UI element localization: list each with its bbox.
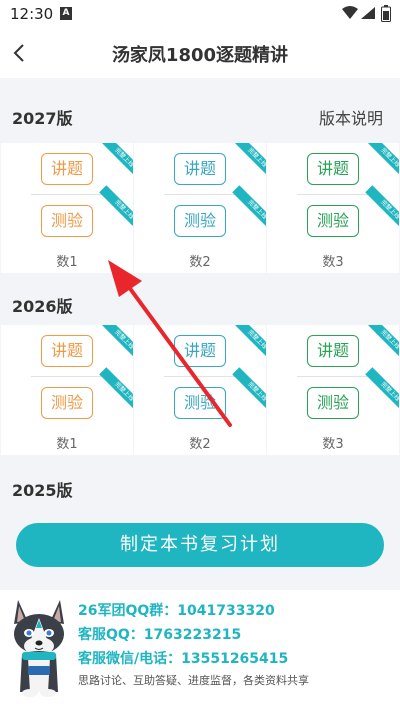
status-bar: 12:30 A (0, 0, 400, 28)
section-header-2026: 2026版 (0, 273, 400, 325)
lecture-button[interactable]: 讲题 (307, 153, 359, 185)
battery-icon (381, 5, 391, 22)
status-time: 12:30 (10, 5, 54, 23)
subject-card-3: 讲题 完整上线 测验 完整上线 数3 (267, 325, 399, 455)
test-button[interactable]: 测验 (307, 205, 359, 237)
app-screen: 12:30 A 汤家凤1800逐题精讲 2027版 版本说明 讲题 完整上线 测… (0, 0, 400, 710)
lecture-button[interactable]: 讲题 (41, 153, 93, 185)
divider (297, 194, 369, 195)
service-qq-text[interactable]: 客服QQ：1763223215 (78, 624, 241, 644)
test-button[interactable]: 测验 (41, 387, 93, 419)
plan-area: 制定本书复习计划 (0, 505, 400, 590)
divider (31, 194, 103, 195)
subject-label: 数1 (56, 255, 78, 270)
contact-panel: 26军团QQ群：1041733320 客服QQ：1763223215 客服微信/… (0, 590, 400, 710)
subject-label: 数2 (189, 255, 211, 270)
divider (297, 376, 369, 377)
test-button[interactable]: 测验 (174, 387, 226, 419)
lecture-button[interactable]: 讲题 (174, 153, 226, 185)
subject-card-1: 讲题 完整上线 测验 完整上线 数1 (1, 325, 133, 455)
subject-label: 数1 (56, 437, 78, 452)
signal-icon (361, 7, 375, 19)
lecture-button[interactable]: 讲题 (41, 335, 93, 367)
subject-label: 数3 (322, 255, 344, 270)
complete-badge: 完整上线 (365, 367, 399, 417)
complete-badge: 完整上线 (99, 143, 133, 183)
lecture-button[interactable]: 讲题 (174, 335, 226, 367)
nav-bar: 汤家凤1800逐题精讲 (0, 28, 400, 78)
subject-card-2: 讲题 完整上线 测验 完整上线 数2 (134, 325, 266, 455)
section-header-2025: 2025版 (0, 455, 400, 505)
grid-row-2026: 讲题 完整上线 测验 完整上线 数1 讲题 完整上线 测验 完整上线 数2 讲题… (0, 325, 400, 455)
grid-row-2027: 讲题 完整上线 测验 完整上线 数1 讲题 完整上线 测验 完整上线 数2 讲题… (0, 143, 400, 273)
husky-mascot-icon (14, 600, 64, 697)
version-info-link[interactable]: 版本说明 (319, 105, 383, 129)
make-study-plan-button[interactable]: 制定本书复习计划 (16, 523, 384, 567)
subject-card-2: 讲题 完整上线 测验 完整上线 数2 (134, 143, 266, 273)
divider (164, 194, 236, 195)
complete-badge: 完整上线 (365, 185, 399, 235)
qq-group-text[interactable]: 26军团QQ群：1041733320 (78, 600, 275, 620)
subject-card-1: 讲题 完整上线 测验 完整上线 数1 (1, 143, 133, 273)
complete-badge: 完整上线 (232, 325, 266, 365)
complete-badge: 完整上线 (365, 143, 399, 183)
contact-description: 思路讨论、互助答疑、进度监督，各类资料共享 (78, 674, 309, 687)
complete-badge: 完整上线 (232, 367, 266, 417)
complete-badge: 完整上线 (232, 143, 266, 183)
divider (31, 376, 103, 377)
complete-badge: 完整上线 (232, 185, 266, 235)
subject-card-3: 讲题 完整上线 测验 完整上线 数3 (267, 143, 399, 273)
section-label: 2025版 (12, 481, 73, 500)
wifi-icon (342, 6, 358, 19)
complete-badge: 完整上线 (99, 367, 133, 417)
section-label: 2026版 (12, 297, 73, 316)
lecture-button[interactable]: 讲题 (307, 335, 359, 367)
divider (164, 376, 236, 377)
section-label: 2027版 (12, 109, 73, 128)
test-button[interactable]: 测验 (174, 205, 226, 237)
complete-badge: 完整上线 (99, 325, 133, 365)
page-title: 汤家凤1800逐题精讲 (111, 45, 289, 66)
complete-badge: 完整上线 (365, 325, 399, 365)
service-wechat-text[interactable]: 客服微信/电话：13551265415 (78, 648, 288, 668)
subject-label: 数2 (189, 437, 211, 452)
a-notification-icon: A (60, 7, 72, 20)
section-header-2027: 2027版 版本说明 (0, 85, 400, 143)
complete-badge: 完整上线 (99, 185, 133, 235)
test-button[interactable]: 测验 (41, 205, 93, 237)
subject-label: 数3 (322, 437, 344, 452)
test-button[interactable]: 测验 (307, 387, 359, 419)
